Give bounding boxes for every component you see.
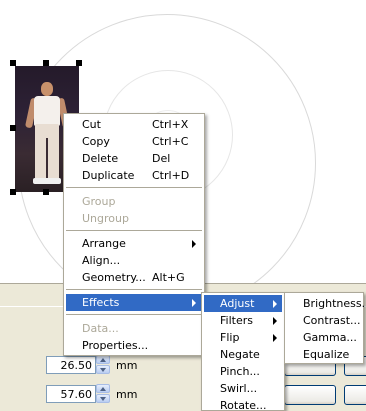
unit-label: mm — [116, 388, 138, 401]
menu-item-label: Filters — [220, 314, 253, 327]
menu-item-gamma[interactable]: Gamma... — [287, 329, 361, 346]
menu-item-label: Properties... — [82, 339, 149, 352]
menu-item-adjust[interactable]: Adjust — [204, 295, 282, 312]
menu-item-label: Negate — [220, 348, 260, 361]
stepper-up-icon[interactable] — [96, 355, 110, 364]
menu-item-label: Copy — [82, 135, 110, 148]
submenu-arrow-icon — [192, 299, 196, 307]
menu-item-label: Rotate... — [220, 399, 267, 411]
menu-item-label: Adjust — [220, 297, 255, 310]
menu-separator — [66, 289, 202, 290]
menu-item-label: Align... — [82, 254, 121, 267]
submenu-arrow-icon — [273, 317, 277, 325]
resize-handle-top-right[interactable] — [76, 60, 82, 66]
menu-item-filters[interactable]: Filters — [204, 312, 282, 329]
resize-handle-left[interactable] — [10, 125, 16, 131]
menu-item-label: Duplicate — [82, 169, 135, 182]
menu-item-label: Pinch... — [220, 365, 260, 378]
position-y-field[interactable]: 57.60 — [46, 385, 96, 403]
screen: 26.50 mm 57.60 mm Cut Ctrl+X Copy Ctrl+C… — [0, 0, 366, 411]
menu-separator — [66, 314, 202, 315]
dialog-button[interactable] — [344, 385, 366, 405]
menu-item-shortcut: Ctrl+X — [152, 118, 189, 131]
menu-item-label: Ungroup — [82, 212, 129, 225]
menu-item-cut[interactable]: Cut Ctrl+X — [66, 116, 202, 133]
menu-separator — [66, 187, 202, 188]
adjust-submenu: Brightness... Contrast... Gamma... Equal… — [284, 292, 366, 364]
menu-item-geometry[interactable]: Geometry... Alt+G — [66, 269, 202, 286]
resize-handle-top[interactable] — [43, 60, 49, 66]
context-menu: Cut Ctrl+X Copy Ctrl+C Delete Del Duplic… — [63, 113, 205, 356]
menu-item-pinch[interactable]: Pinch... — [204, 363, 282, 380]
menu-item-shortcut: Del — [152, 152, 171, 165]
menu-item-arrange[interactable]: Arrange — [66, 235, 202, 252]
menu-item-equalize[interactable]: Equalize — [287, 346, 361, 363]
menu-item-copy[interactable]: Copy Ctrl+C — [66, 133, 202, 150]
effects-submenu: Adjust Filters Flip Negate Pinch... Swir… — [201, 292, 285, 411]
unit-label: mm — [116, 359, 138, 372]
menu-item-label: Effects — [82, 296, 120, 309]
menu-item-flip[interactable]: Flip — [204, 329, 282, 346]
position-y-stepper[interactable] — [96, 384, 110, 404]
resize-handle-bottom-left[interactable] — [10, 189, 16, 195]
menu-item-rotate[interactable]: Rotate... — [204, 397, 282, 411]
menu-item-label: Equalize — [303, 348, 350, 361]
menu-item-shortcut: Ctrl+D — [152, 169, 190, 182]
menu-item-ungroup[interactable]: Ungroup — [66, 210, 202, 227]
menu-item-effects[interactable]: Effects — [66, 294, 202, 311]
menu-item-label: Brightness... — [303, 297, 366, 310]
menu-item-delete[interactable]: Delete Del — [66, 150, 202, 167]
position-x-stepper[interactable] — [96, 355, 110, 375]
stepper-down-icon[interactable] — [96, 394, 110, 403]
menu-item-align[interactable]: Align... — [66, 252, 202, 269]
dialog-button[interactable] — [284, 385, 336, 405]
menu-item-label: Group — [82, 195, 116, 208]
position-x-field[interactable]: 26.50 — [46, 356, 96, 374]
menu-item-data[interactable]: Data... — [66, 320, 202, 337]
submenu-arrow-icon — [273, 334, 277, 342]
menu-item-label: Delete — [82, 152, 119, 165]
menu-item-label: Data... — [82, 322, 119, 335]
menu-item-properties[interactable]: Properties... — [66, 337, 202, 354]
resize-handle-bottom[interactable] — [43, 189, 49, 195]
stepper-down-icon[interactable] — [96, 365, 110, 374]
menu-item-negate[interactable]: Negate — [204, 346, 282, 363]
menu-item-brightness[interactable]: Brightness... — [287, 295, 366, 312]
menu-separator — [66, 230, 202, 231]
menu-item-label: Cut — [82, 118, 101, 131]
menu-item-label: Geometry... — [82, 271, 146, 284]
submenu-arrow-icon — [273, 300, 277, 308]
menu-item-shortcut: Ctrl+C — [152, 135, 189, 148]
menu-item-label: Flip — [220, 331, 240, 344]
menu-item-shortcut: Alt+G — [152, 271, 185, 284]
menu-item-duplicate[interactable]: Duplicate Ctrl+D — [66, 167, 202, 184]
menu-item-label: Gamma... — [303, 331, 357, 344]
resize-handle-top-left[interactable] — [10, 60, 16, 66]
menu-item-label: Contrast... — [303, 314, 361, 327]
menu-item-group[interactable]: Group — [66, 193, 202, 210]
menu-item-swirl[interactable]: Swirl... — [204, 380, 282, 397]
menu-item-contrast[interactable]: Contrast... — [287, 312, 361, 329]
menu-item-label: Arrange — [82, 237, 126, 250]
stepper-up-icon[interactable] — [96, 384, 110, 393]
submenu-arrow-icon — [192, 240, 196, 248]
menu-item-label: Swirl... — [220, 382, 258, 395]
